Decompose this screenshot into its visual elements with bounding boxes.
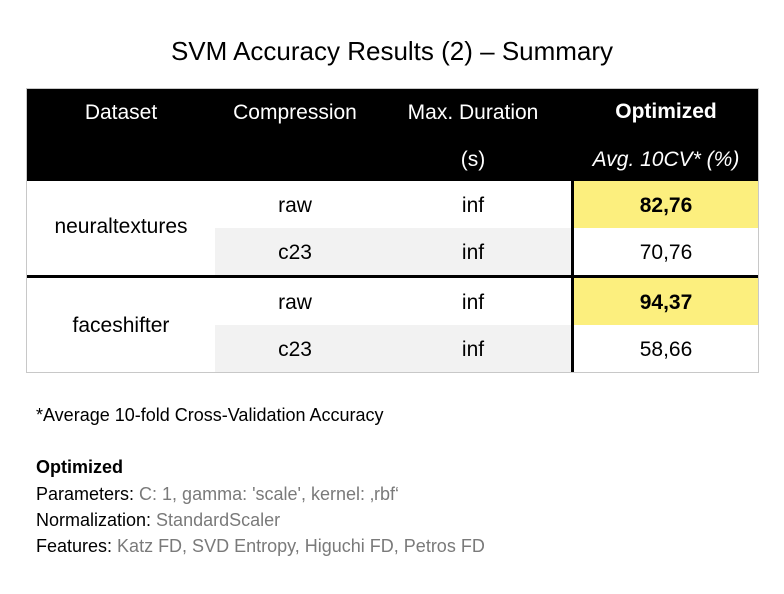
- duration-cell: inf: [461, 338, 485, 361]
- features-label: Features:: [36, 536, 118, 556]
- table-row: raw inf: [215, 278, 571, 325]
- compression-cell: c23: [278, 338, 312, 361]
- header-optimized: Optimized: [615, 100, 717, 123]
- duration-cell: inf: [461, 291, 485, 314]
- compression-cell: c23: [278, 241, 312, 264]
- normalization-line: Normalization: StandardScaler: [36, 510, 280, 531]
- normalization-label: Normalization:: [36, 510, 157, 530]
- header-optimized-sub: Avg. 10CV* (%): [592, 148, 740, 171]
- parameters-value: C: 1, gamma: 'scale', kernel: ‚rbf‘: [139, 484, 400, 504]
- accuracy-value: 94,37: [639, 291, 693, 314]
- accuracy-value: 58,66: [639, 338, 693, 361]
- table-header: Dataset Compression Max. Duration (s) Op…: [27, 89, 758, 181]
- optimized-heading: Optimized: [36, 457, 124, 477]
- results-table: Dataset Compression Max. Duration (s) Op…: [26, 88, 759, 373]
- accuracy-cell-highlight: 94,37: [574, 278, 758, 325]
- table-row: c23 inf: [215, 228, 571, 275]
- footnote: *Average 10-fold Cross-Validation Accura…: [36, 405, 384, 425]
- header-max-duration: Max. Duration: [407, 101, 539, 124]
- normalization-value: StandardScaler: [156, 510, 281, 530]
- compression-cell: raw: [278, 291, 312, 314]
- accuracy-cell-highlight: 82,76: [574, 181, 758, 228]
- column-divider: [571, 181, 574, 372]
- compression-cell: raw: [278, 194, 312, 217]
- header-max-duration-unit: (s): [460, 148, 486, 171]
- header-dataset: Dataset: [84, 101, 158, 124]
- table-row: raw inf: [215, 181, 571, 228]
- duration-cell: inf: [461, 194, 485, 217]
- dataset-label: faceshifter: [72, 314, 170, 337]
- dataset-label: neuraltextures: [54, 215, 188, 238]
- accuracy-value: 70,76: [639, 241, 693, 264]
- parameters-line: Parameters: C: 1, gamma: 'scale', kernel…: [36, 484, 399, 505]
- dataset-cell: faceshifter: [27, 278, 215, 372]
- dataset-cell: neuraltextures: [27, 181, 215, 275]
- accuracy-value: 82,76: [639, 194, 693, 217]
- page-title: SVM Accuracy Results (2) – Summary: [170, 36, 614, 66]
- table-row: c23 inf: [215, 325, 571, 372]
- features-line: Features: Katz FD, SVD Entropy, Higuchi …: [36, 536, 485, 557]
- header-compression: Compression: [233, 101, 357, 124]
- duration-cell: inf: [461, 241, 485, 264]
- features-value: Katz FD, SVD Entropy, Higuchi FD, Petros…: [117, 536, 485, 556]
- parameters-label: Parameters:: [36, 484, 140, 504]
- accuracy-cell: 58,66: [574, 325, 758, 372]
- accuracy-cell: 70,76: [574, 228, 758, 275]
